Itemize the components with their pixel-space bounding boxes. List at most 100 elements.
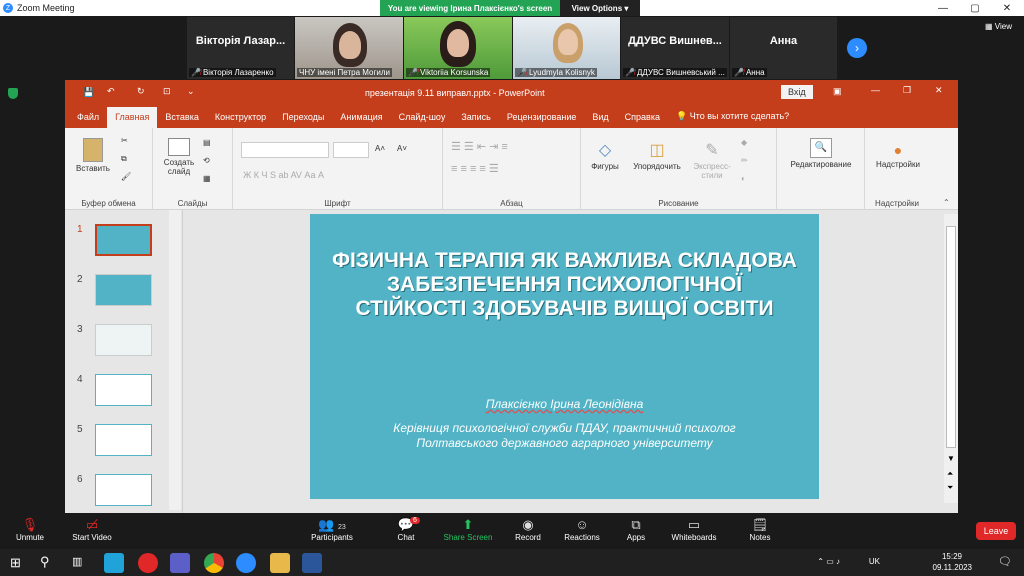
slide-thumbnail[interactable] [95, 274, 152, 306]
reactions-button[interactable]: ☺ Reactions [552, 517, 612, 542]
slide-thumbnail[interactable] [95, 324, 152, 356]
quick-styles-button[interactable]: ✎ Экспресс-стили [689, 140, 735, 180]
whiteboards-button[interactable]: ▭ Whiteboards [664, 517, 724, 542]
save-icon[interactable]: 💾 [83, 87, 94, 98]
participant-tile[interactable]: Анна 🎤̸ Анна [730, 17, 837, 79]
participant-tile[interactable]: Вікторія Лазар... 🎤̸ Вікторія Лазаренко [187, 17, 294, 79]
arrange-button[interactable]: ◫ Упорядочить [627, 140, 687, 171]
unmute-button[interactable]: 🎙 Unmute [0, 517, 60, 542]
collapse-ribbon-icon[interactable]: ⌃ [943, 198, 950, 207]
participant-tile[interactable]: ДДУВС Вишнев... 🎤̸ ДДУВС Вишневський ... [621, 17, 729, 79]
record-button[interactable]: ◉ Record [498, 517, 558, 542]
ppt-minimize-icon[interactable]: — [871, 85, 880, 95]
chrome-icon[interactable] [204, 553, 224, 573]
security-shield-icon[interactable] [8, 88, 18, 99]
shrink-font-icon[interactable]: A˅ [397, 144, 407, 153]
current-slide[interactable]: ФІЗИЧНА ТЕРАПІЯ ЯК ВАЖЛИВА СКЛАДОВА ЗАБЕ… [310, 214, 819, 499]
tab-review[interactable]: Рецензирование [499, 107, 585, 128]
next-slide-icon[interactable]: ⏷ [947, 483, 953, 493]
shape-fill-icon[interactable]: ◆ [741, 138, 747, 147]
tab-record[interactable]: Запись [453, 107, 499, 128]
slide-thumbnail[interactable] [95, 474, 152, 506]
previous-slide-icon[interactable]: ⏶ [947, 469, 953, 479]
ribbon-display-icon[interactable]: ▣ [833, 86, 842, 97]
slide-thumbnail[interactable] [95, 374, 152, 406]
share-screen-button[interactable]: ⬆ Share Screen [438, 517, 498, 542]
minimize-icon[interactable]: — [928, 0, 958, 16]
teams-icon[interactable] [170, 553, 190, 573]
file-explorer-icon[interactable] [270, 553, 290, 573]
slide-thumbnail[interactable] [95, 424, 152, 456]
cut-icon[interactable]: ✂ [121, 136, 128, 145]
close-icon[interactable]: ✕ [992, 0, 1022, 16]
notifications-icon[interactable]: 🗨 [998, 555, 1012, 568]
tab-view[interactable]: Вид [584, 107, 616, 128]
next-page-arrow-icon[interactable]: › [847, 38, 867, 58]
customize-qat-icon[interactable]: ⌄ [187, 86, 195, 97]
ppt-close-icon[interactable]: ✕ [935, 85, 943, 96]
participant-video[interactable]: 🎤̸ Lyudmyla Kolisnyk [513, 17, 620, 79]
zoom-taskbar-icon[interactable] [236, 553, 256, 573]
addins-group: ● Надстройки Надстройки [865, 128, 929, 210]
bullets-icon[interactable]: ☰ ☰ ⇤ ⇥ ≡ [451, 140, 508, 153]
clock-time[interactable]: 15:29 [942, 552, 962, 561]
undo-icon[interactable]: ↶ [107, 86, 115, 97]
tab-design[interactable]: Конструктор [207, 107, 274, 128]
align-icons[interactable]: ≡ ≡ ≡ ≡ ☰ [451, 162, 499, 175]
section-icon[interactable]: ▦ [203, 174, 211, 183]
task-view-icon[interactable]: ▥ [72, 555, 82, 568]
thumbnail-scrollbar[interactable] [169, 210, 181, 510]
font-size-select[interactable] [333, 142, 369, 158]
grow-font-icon[interactable]: A˄ [375, 144, 385, 153]
shapes-button[interactable]: ◇ Фигуры [585, 140, 625, 171]
tray-icons[interactable]: ⌃ ▭ ♪ [817, 557, 840, 566]
addins-button[interactable]: ● Надстройки [869, 142, 927, 169]
copy-icon[interactable]: ⧉ [121, 154, 127, 164]
paste-button[interactable]: Вставить [71, 138, 115, 173]
word-icon[interactable] [302, 553, 322, 573]
editing-button[interactable]: 🔍 Редактирование [781, 138, 861, 169]
tab-transitions[interactable]: Переходы [274, 107, 332, 128]
format-painter-icon[interactable]: 🖌 [121, 172, 131, 181]
tab-animations[interactable]: Анимация [332, 107, 390, 128]
view-options-button[interactable]: View Options ▾ [560, 0, 640, 16]
search-icon[interactable]: ⚲ [40, 554, 50, 570]
share-screen-label: Share Screen [443, 533, 493, 542]
ppt-restore-icon[interactable]: ❐ [903, 85, 911, 96]
slide-thumbnail[interactable] [95, 224, 152, 256]
windows-start-icon[interactable]: ⊞ [10, 555, 21, 571]
sign-in-button[interactable]: Вхід [781, 85, 813, 99]
chat-button[interactable]: 💬 6 Chat [376, 517, 436, 542]
scroll-down-icon[interactable]: ▼ [947, 454, 955, 463]
participant-video[interactable]: ЧНУ імені Петра Могили [295, 17, 403, 79]
tab-slideshow[interactable]: Слайд-шоу [391, 107, 454, 128]
font-formatting-tools[interactable]: Ж К Ч S ab AV Аа A [243, 170, 324, 180]
reset-icon[interactable]: ⟲ [203, 156, 210, 165]
tab-file[interactable]: Файл [69, 107, 107, 128]
font-name-select[interactable] [241, 142, 329, 158]
leave-button[interactable]: Leave [976, 522, 1016, 540]
notes-button[interactable]: 🗒 Notes [730, 517, 790, 542]
participants-button[interactable]: 👥 23 Participants [302, 517, 362, 542]
participant-video[interactable]: 🎤̸ Viktoriia Korsunska [404, 17, 512, 79]
new-slide-button[interactable]: Создать слайд [159, 138, 199, 176]
shape-effects-icon[interactable]: ◐ [741, 174, 746, 183]
edge-icon[interactable] [104, 553, 124, 573]
tab-help[interactable]: Справка [617, 107, 668, 128]
tab-insert[interactable]: Вставка [157, 107, 206, 128]
start-video-button[interactable]: ▭̸ Start Video [62, 517, 122, 542]
tab-home[interactable]: Главная [107, 107, 158, 128]
language-indicator[interactable]: UK [869, 557, 880, 566]
slide-scrollbar[interactable]: ▼ ⏶ ⏷ [944, 214, 958, 503]
redo-icon[interactable]: ↻ [137, 86, 145, 97]
present-icon[interactable]: ⊡ [163, 86, 171, 97]
opera-icon[interactable] [138, 553, 158, 573]
apps-button[interactable]: ⧉ Apps [606, 517, 666, 542]
scroll-thumb[interactable] [946, 226, 956, 448]
shape-outline-icon[interactable]: ✏ [741, 156, 748, 165]
layout-icon[interactable]: ▤ [203, 138, 211, 147]
view-button[interactable]: ▦ View [985, 22, 1012, 31]
clock-date[interactable]: 09.11.2023 [933, 563, 972, 572]
maximize-icon[interactable]: ▢ [960, 0, 990, 16]
tell-me-search[interactable]: 💡 Что вы хотите сделать? [668, 106, 797, 128]
